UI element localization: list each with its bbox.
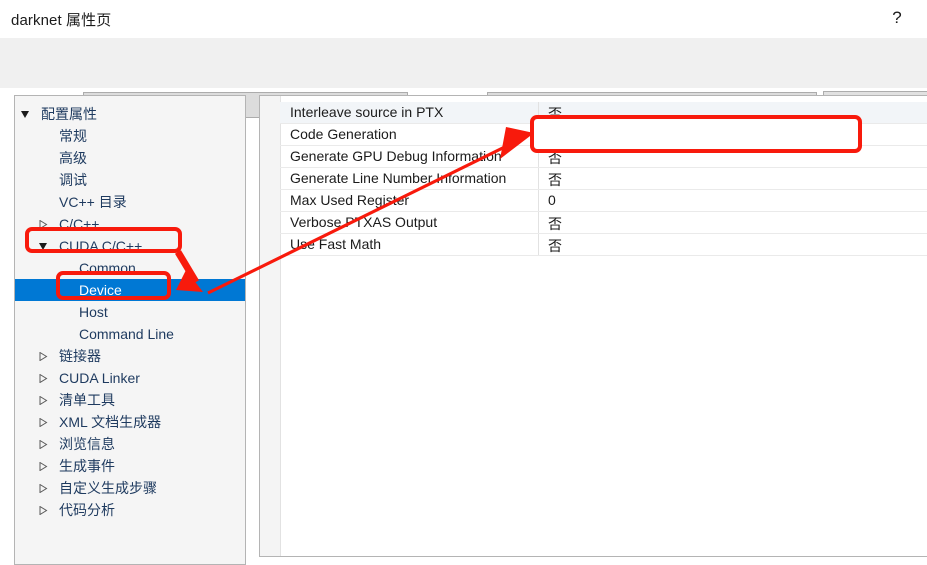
tree-item-cuda-c-c++[interactable]: CUDA C/C++ (15, 235, 245, 257)
tree-item-label: Host (79, 304, 108, 320)
tree-item-common[interactable]: Common (15, 257, 245, 279)
property-column-divider (538, 190, 539, 211)
tree-item-label: 自定义生成步骤 (59, 480, 157, 496)
property-row[interactable]: Interleave source in PTX 否 (280, 102, 927, 124)
property-column-divider (538, 102, 539, 123)
triangle-right-icon[interactable] (35, 213, 51, 235)
tree-item-label: CUDA C/C++ (59, 238, 143, 254)
property-name: Interleave source in PTX (290, 104, 444, 120)
property-name: Use Fast Math (290, 236, 382, 252)
property-row[interactable]: Code Generation compute_35,sm_35;compute_… (280, 124, 927, 146)
property-value[interactable]: 否 (548, 104, 562, 124)
tree-item-label: Command Line (79, 326, 174, 342)
property-grid-gutter (260, 96, 281, 556)
triangle-right-icon[interactable] (35, 389, 51, 411)
property-grid-panel[interactable]: Interleave source in PTX 否 Code Generation… (259, 95, 927, 557)
property-name: Code Generation (290, 126, 397, 142)
tree-item-label: Device (79, 282, 122, 298)
tree-item-vc++[interactable]: VC++ 目录 (15, 191, 245, 213)
tree-item-xml[interactable]: XML 文档生成器 (15, 411, 245, 433)
property-column-divider (538, 168, 539, 189)
tree-item-label: 清单工具 (59, 392, 115, 408)
tree-item-[interactable]: 浏览信息 (15, 433, 245, 455)
configuration-tree-panel[interactable]: 配置属性常规高级调试 VC++ 目录 C/C++ CUDA C/C++ Common De… (14, 95, 246, 565)
property-column-divider (538, 146, 539, 167)
tree-item-host[interactable]: Host (15, 301, 245, 323)
property-name: Generate GPU Debug Information (290, 148, 502, 164)
tree-item-[interactable]: 自定义生成步骤 (15, 477, 245, 499)
triangle-down-icon[interactable] (17, 103, 33, 125)
property-value[interactable]: 否 (548, 148, 562, 168)
tree-item-label: 生成事件 (59, 458, 115, 474)
property-row[interactable]: Generate GPU Debug Information 否 (280, 146, 927, 168)
tree-item-label: 代码分析 (59, 502, 115, 518)
tree-item-[interactable]: 调试 (15, 169, 245, 191)
property-value[interactable]: 否 (548, 236, 562, 256)
triangle-right-icon[interactable] (35, 455, 51, 477)
triangle-right-icon[interactable] (35, 345, 51, 367)
tree-item-label: 配置属性 (41, 106, 97, 122)
tree-item-label: XML 文档生成器 (59, 414, 162, 430)
property-value[interactable]: 否 (548, 170, 562, 190)
tree-item-label: CUDA Linker (59, 370, 140, 386)
tree-item-[interactable]: 配置属性 (15, 103, 245, 125)
tree-item-cuda-linker[interactable]: CUDA Linker (15, 367, 245, 389)
tree-item-[interactable]: 高级 (15, 147, 245, 169)
property-name: Verbose PTXAS Output (290, 214, 438, 230)
tree-item-label: Common (79, 260, 136, 276)
tree-item-command-line[interactable]: Command Line (15, 323, 245, 345)
property-value[interactable]: 0 (548, 192, 556, 208)
triangle-right-icon[interactable] (35, 499, 51, 521)
tree-item-label: VC++ 目录 (59, 194, 127, 210)
tree-item-[interactable]: 生成事件 (15, 455, 245, 477)
triangle-down-icon[interactable] (35, 235, 51, 257)
property-column-divider (538, 124, 539, 145)
tree-item-label: C/C++ (59, 216, 100, 232)
tree-item-label: 高级 (59, 150, 87, 166)
property-row[interactable]: Generate Line Number Information 否 (280, 168, 927, 190)
tree-item-device[interactable]: Device (15, 279, 245, 301)
help-question-mark-icon[interactable]: ? (886, 7, 908, 29)
title-bar: darknet 属性页 ? (0, 0, 927, 38)
property-name: Max Used Register (290, 192, 410, 208)
tree-item-[interactable]: 常规 (15, 125, 245, 147)
tree-item-c-c++[interactable]: C/C++ (15, 213, 245, 235)
tree-item-label: 链接器 (59, 348, 101, 364)
triangle-right-icon[interactable] (35, 367, 51, 389)
property-pages-dialog: darknet 属性页 ? 配置(C): Release 平台(P): x64 … (0, 0, 927, 565)
tree-item-label: 常规 (59, 128, 87, 144)
tree-item-label: 浏览信息 (59, 436, 115, 452)
property-row[interactable]: Use Fast Math 否 (280, 234, 927, 256)
property-row[interactable]: Verbose PTXAS Output 否 (280, 212, 927, 234)
property-column-divider (538, 234, 539, 255)
property-row[interactable]: Max Used Register 0 (280, 190, 927, 212)
page-title: darknet 属性页 (11, 12, 112, 29)
tree-item-[interactable]: 清单工具 (15, 389, 245, 411)
configuration-toolbar: 配置(C): Release 平台(P): x64 配置管理器(O)... (0, 38, 927, 119)
tree-item-[interactable]: 链接器 (15, 345, 245, 367)
property-name: Generate Line Number Information (290, 170, 507, 186)
tree-item-[interactable]: 代码分析 (15, 499, 245, 521)
property-column-divider (538, 212, 539, 233)
triangle-right-icon[interactable] (35, 433, 51, 455)
triangle-right-icon[interactable] (35, 411, 51, 433)
property-value[interactable]: 否 (548, 214, 562, 234)
triangle-right-icon[interactable] (35, 477, 51, 499)
tree-item-label: 调试 (59, 172, 87, 188)
property-value[interactable]: compute_35,sm_35;compute_61,sm_61; (548, 126, 816, 142)
